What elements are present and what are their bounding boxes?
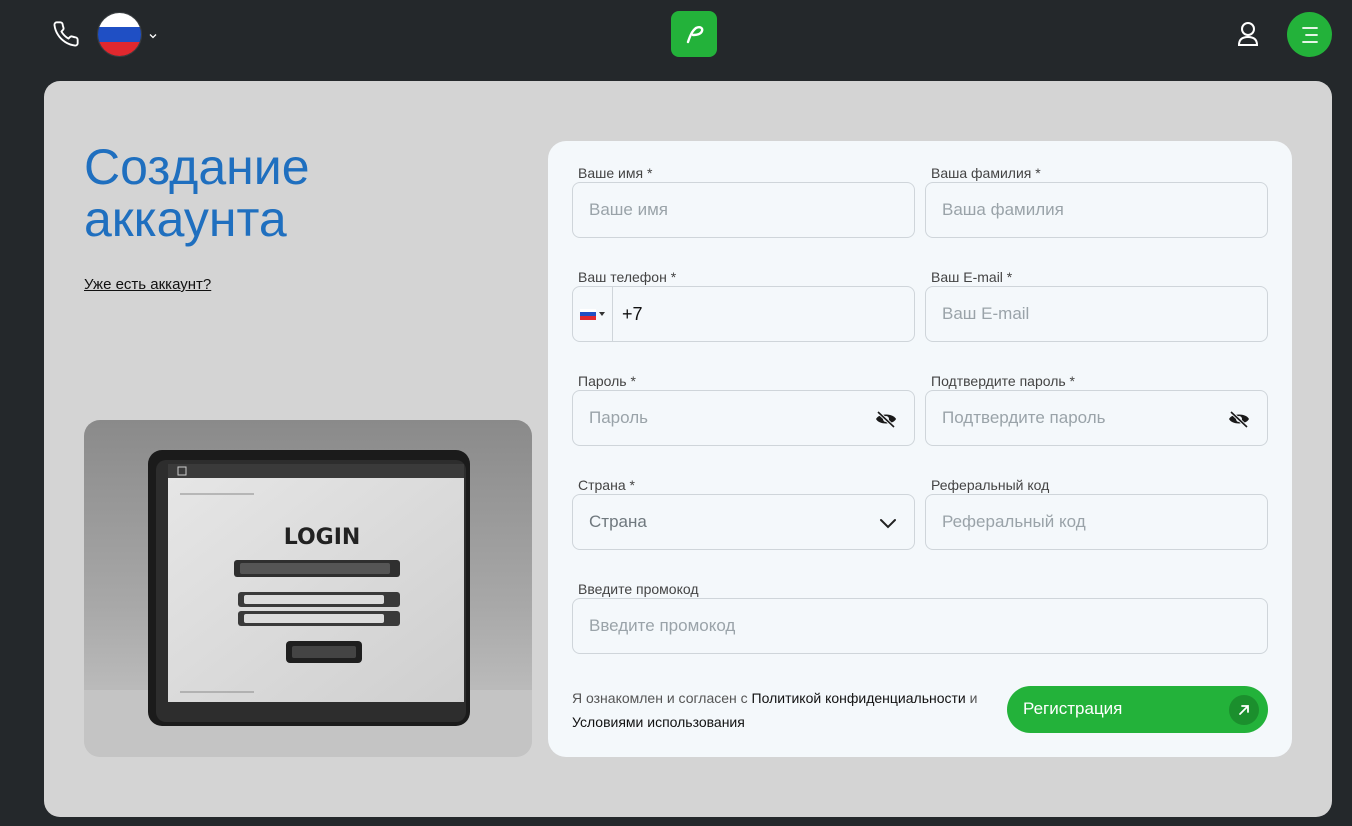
agreement-conjunction: и bbox=[969, 690, 978, 706]
language-flag-russia[interactable] bbox=[97, 12, 142, 57]
already-have-account-link[interactable]: Уже есть аккаунт? bbox=[84, 276, 211, 293]
register-button[interactable]: Регистрация bbox=[1007, 686, 1268, 733]
promo-code-input[interactable] bbox=[573, 599, 1267, 653]
page-title: Создание аккаунта bbox=[84, 139, 310, 247]
phone-label: Ваш телефон * bbox=[578, 269, 677, 285]
promo-code-label: Введите промокод bbox=[578, 581, 699, 597]
hamburger-menu-icon[interactable] bbox=[1287, 12, 1332, 57]
phone-country-selector[interactable] bbox=[573, 287, 613, 341]
country-select[interactable]: Страна bbox=[572, 494, 915, 550]
country-select-value: Страна bbox=[589, 512, 647, 531]
main-panel: Создание аккаунта Уже есть аккаунт? LOGI… bbox=[44, 81, 1332, 817]
email-label: Ваш E-mail * bbox=[931, 269, 1013, 285]
caret-down-icon bbox=[599, 312, 605, 316]
arrow-up-right-icon bbox=[1229, 695, 1259, 725]
eye-off-icon[interactable] bbox=[874, 410, 898, 429]
last-name-label: Ваша фамилия * bbox=[931, 165, 1041, 181]
first-name-label: Ваше имя * bbox=[578, 165, 653, 181]
referral-code-input[interactable] bbox=[926, 495, 1267, 549]
leaf-logo-icon[interactable] bbox=[671, 11, 717, 57]
country-label: Страна * bbox=[578, 477, 635, 493]
registration-form: Ваше имя * Ваша фамилия * Ваш телефон * bbox=[548, 141, 1292, 757]
tablet-login-picture: LOGIN bbox=[84, 420, 532, 757]
phone-input[interactable] bbox=[613, 287, 914, 341]
password-input[interactable] bbox=[573, 391, 914, 445]
phone-icon[interactable] bbox=[52, 20, 80, 48]
confirm-password-input[interactable] bbox=[926, 391, 1267, 445]
agreement-prefix: Я ознакомлен и согласен с bbox=[572, 690, 748, 706]
password-label: Пароль * bbox=[578, 373, 636, 389]
chevron-down-icon[interactable] bbox=[147, 27, 159, 39]
picture-login-text: LOGIN bbox=[284, 525, 361, 550]
chevron-down-icon bbox=[878, 515, 898, 531]
russia-flag-icon bbox=[580, 308, 596, 320]
user-icon[interactable] bbox=[1235, 20, 1261, 48]
eye-off-icon[interactable] bbox=[1227, 410, 1251, 429]
privacy-policy-link[interactable]: Политикой конфиденциальности bbox=[752, 690, 966, 706]
confirm-password-label: Подтвердите пароль * bbox=[931, 373, 1076, 389]
agreement-text: Я ознакомлен и согласен с Политикой конф… bbox=[572, 686, 992, 734]
referral-code-label: Реферальный код bbox=[931, 477, 1050, 493]
last-name-input[interactable] bbox=[926, 183, 1267, 237]
first-name-input[interactable] bbox=[573, 183, 914, 237]
terms-of-use-link[interactable]: Условиями использования bbox=[572, 714, 745, 730]
email-input[interactable] bbox=[926, 287, 1267, 341]
register-button-label: Регистрация bbox=[1023, 699, 1123, 718]
